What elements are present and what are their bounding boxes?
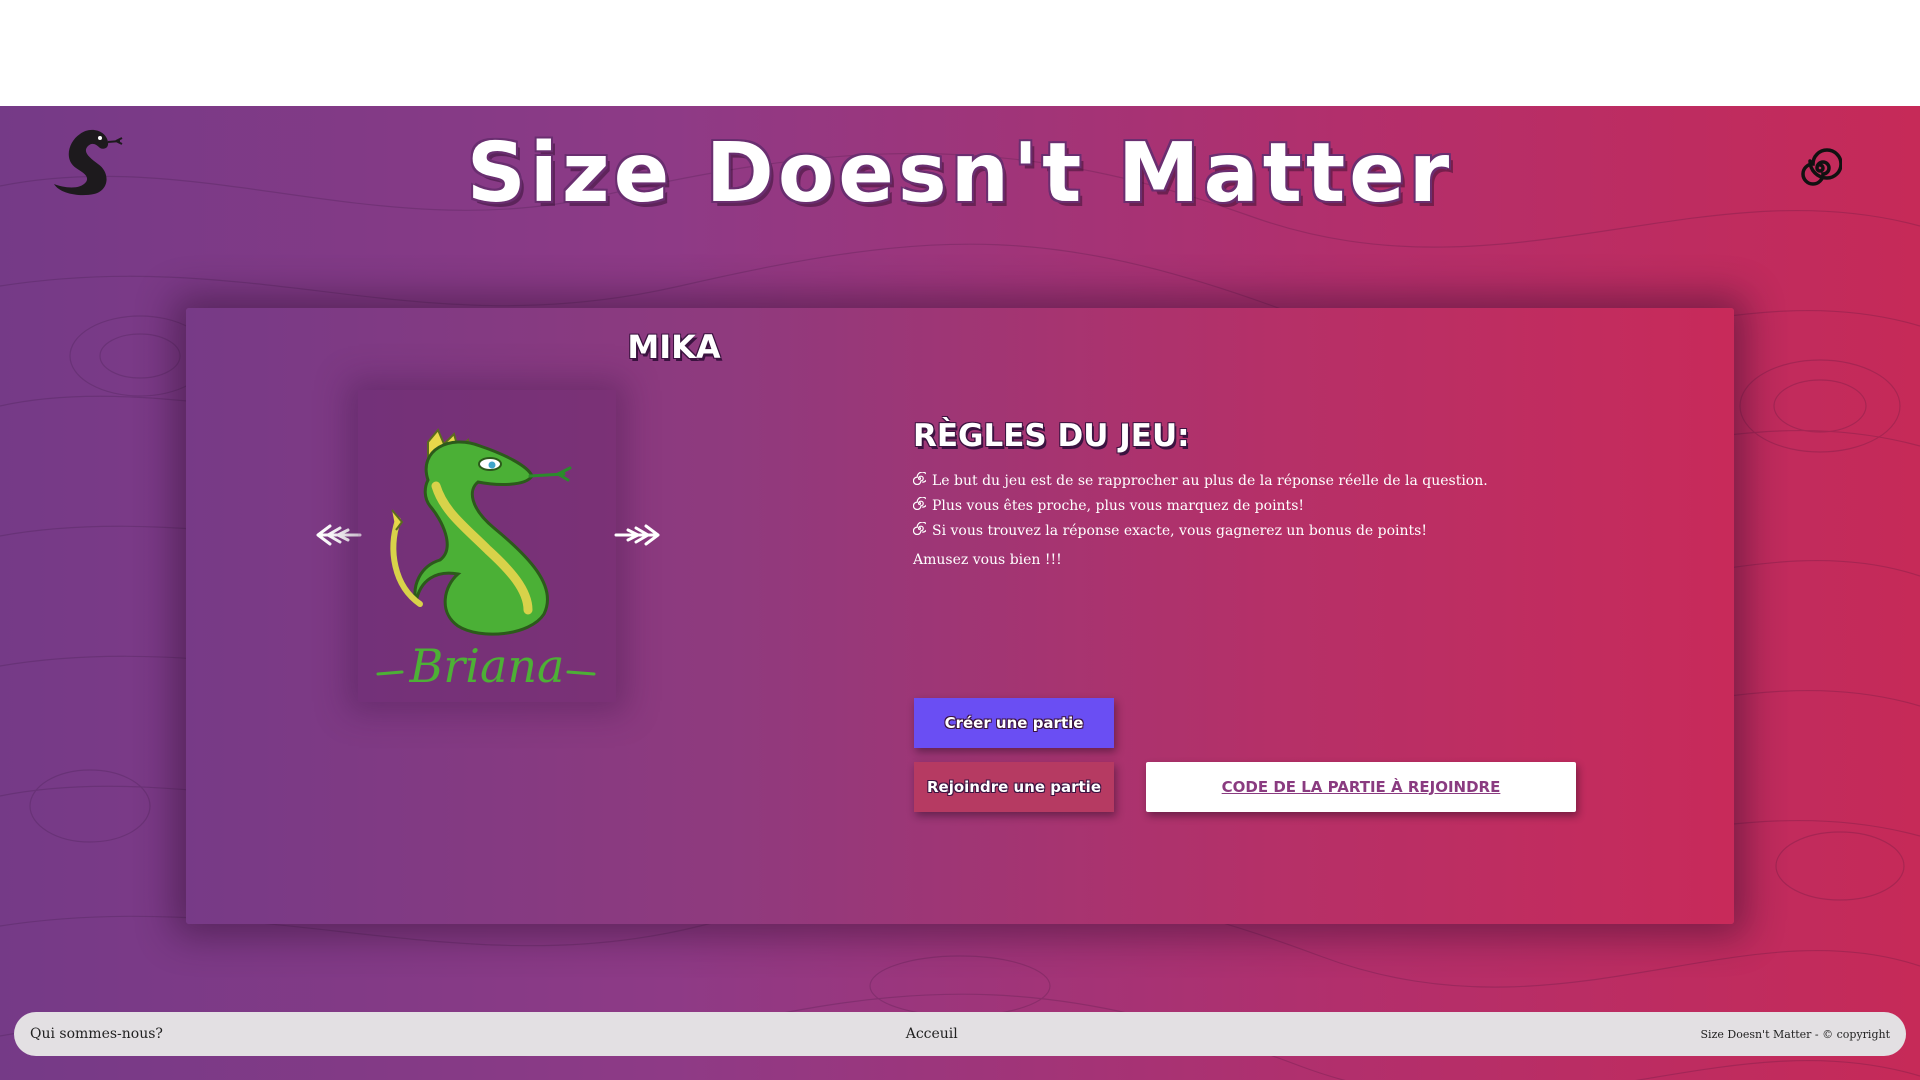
join-game-button[interactable]: Rejoindre une partie [914,762,1114,812]
rules-panel: RÈGLES DU JEU: Le but du jeu est de se r… [913,418,1673,568]
spiral-bullet-icon [913,522,926,535]
avatar-caption: Briana [409,639,565,693]
app-background: Size Doesn't Matter MIKA Briana RÈGLES D… [0,106,1920,1080]
game-code-input[interactable]: CODE DE LA PARTIE À REJOINDRE [1146,762,1576,812]
game-card: MIKA Briana RÈGLES DU JEU: Le but du jeu… [186,308,1734,924]
spiral-bullet-icon [913,497,926,510]
about-link[interactable]: Qui sommes-nous? [30,1026,163,1042]
create-game-button[interactable]: Créer une partie [914,698,1114,748]
arrow-right-icon[interactable] [614,522,664,548]
footer: Qui sommes-nous? Acceuil Size Doesn't Ma… [14,1012,1906,1056]
home-link[interactable]: Acceuil [906,1026,958,1042]
rules-title: RÈGLES DU JEU: [913,418,1190,454]
app-title: Size Doesn't Matter [466,126,1454,221]
rule-text: Plus vous êtes proche, plus vous marquez… [932,497,1304,514]
spiral-icon[interactable] [1798,146,1843,190]
rule-item: Le but du jeu est de se rapprocher au pl… [913,468,1673,493]
copyright-text: Size Doesn't Matter - © copyright [1700,1027,1890,1041]
spiral-bullet-icon [913,472,926,485]
player-name: MIKA [627,328,721,366]
rule-item: Si vous trouvez la réponse exacte, vous … [913,518,1673,543]
arrow-left-icon[interactable] [312,522,362,548]
dragon-avatar-image: Briana [376,428,596,693]
rule-text: Le but du jeu est de se rapprocher au pl… [932,472,1488,489]
rules-outro: Amusez vous bien !!! [913,552,1062,568]
rule-text: Si vous trouvez la réponse exacte, vous … [932,522,1427,539]
rule-item: Plus vous êtes proche, plus vous marquez… [913,493,1673,518]
avatar: Briana [358,390,616,702]
